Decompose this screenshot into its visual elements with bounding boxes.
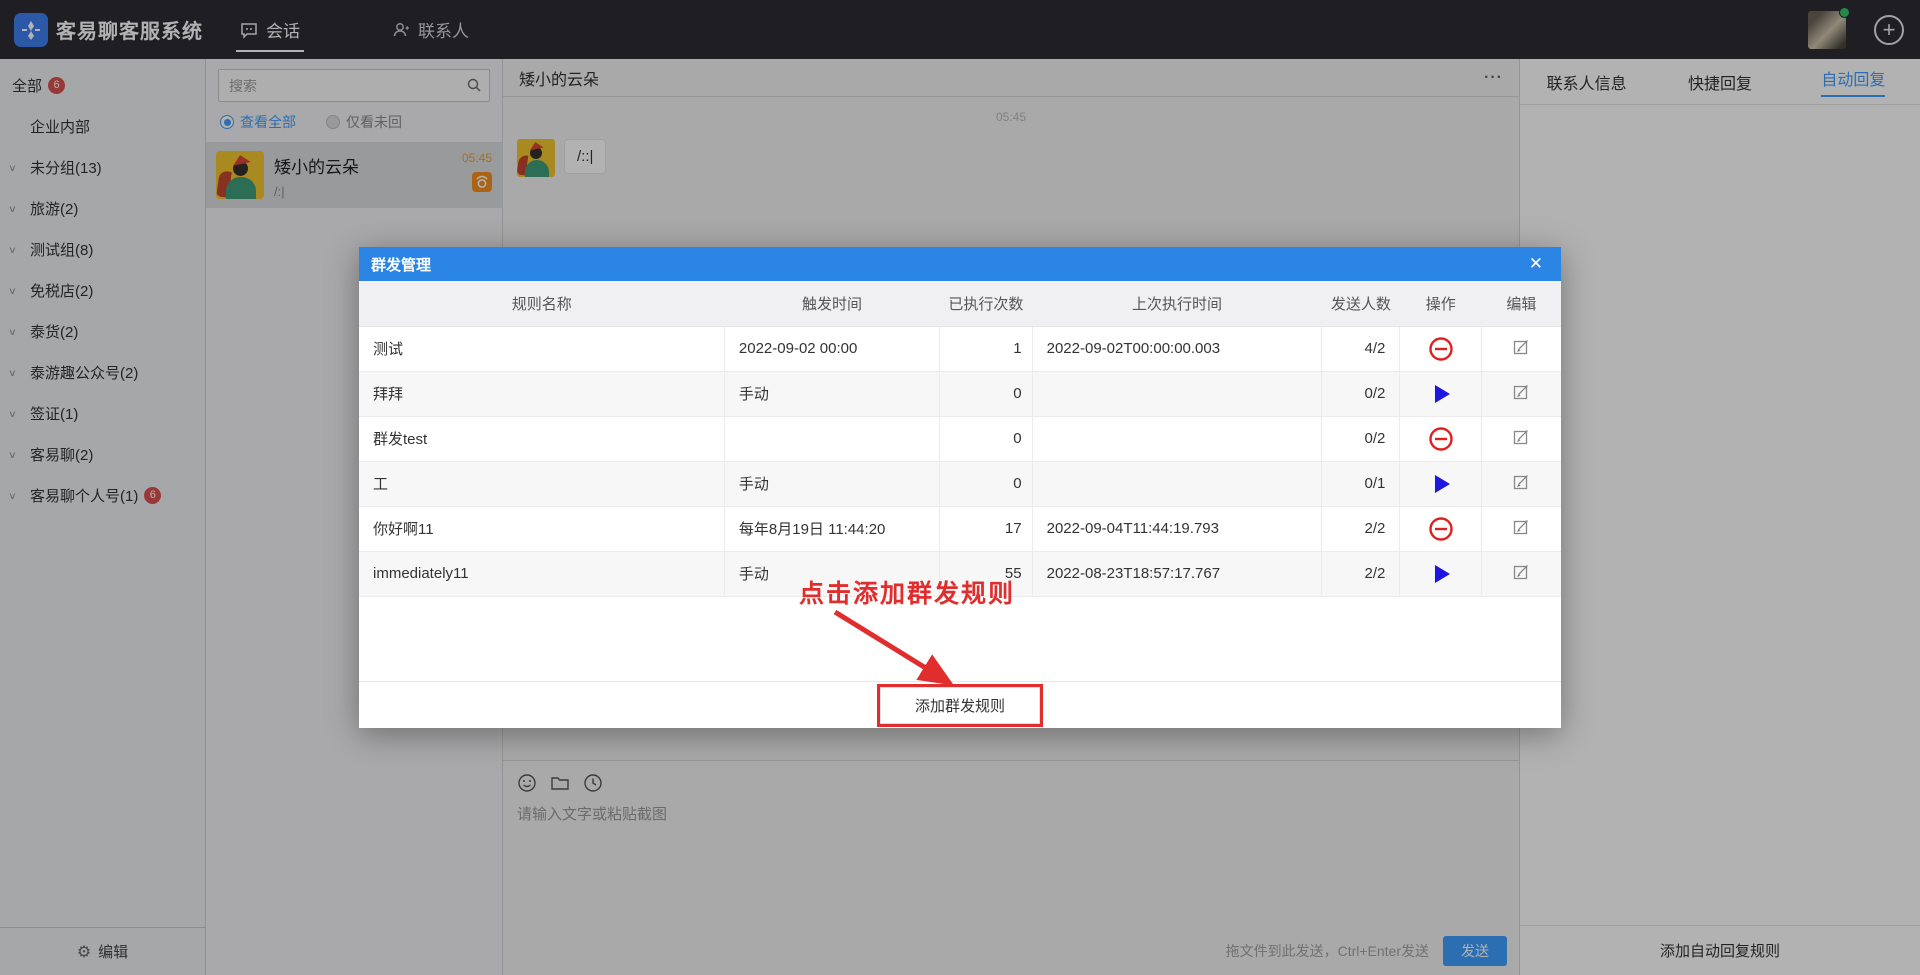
table-row: immediately11 手动 55 2022-08-23T18:57:17.… bbox=[359, 551, 1561, 596]
rule-last-exec: 2022-09-04T11:44:19.793 bbox=[1032, 506, 1322, 551]
rule-toggle-button[interactable] bbox=[1428, 519, 1454, 536]
rule-sent-count: 0/2 bbox=[1322, 371, 1400, 416]
col-action: 操作 bbox=[1400, 281, 1482, 326]
rule-trigger: 手动 bbox=[724, 371, 939, 416]
app-window: 客易聊客服系统 会话 联系人 + 全部 6 企业内部 ∨未分组(13) ∨旅游( bbox=[0, 0, 1920, 975]
play-icon bbox=[1429, 472, 1453, 496]
col-trigger-time: 触发时间 bbox=[724, 281, 939, 326]
add-mass-send-rule-button[interactable]: 添加群发规则 bbox=[880, 687, 1040, 724]
rule-last-exec bbox=[1032, 416, 1322, 461]
rule-name: 测试 bbox=[359, 326, 724, 371]
rule-exec-count: 0 bbox=[940, 461, 1033, 506]
rule-sent-count: 2/2 bbox=[1322, 551, 1400, 596]
rule-trigger: 每年8月19日 11:44:20 bbox=[724, 506, 939, 551]
table-row: 群发test 0 0/2 bbox=[359, 416, 1561, 461]
rule-last-exec bbox=[1032, 371, 1322, 416]
rule-trigger: 2022-09-02 00:00 bbox=[724, 326, 939, 371]
mass-send-management-dialog: 群发管理 ✕ 规则名称 触发时间 已执行次数 上次执行时间 发送人数 操作 编辑 bbox=[359, 247, 1561, 728]
edit-icon[interactable] bbox=[1513, 387, 1530, 404]
table-row: 工 手动 0 0/1 bbox=[359, 461, 1561, 506]
rule-toggle-button[interactable] bbox=[1428, 339, 1454, 356]
table-row: 拜拜 手动 0 0/2 bbox=[359, 371, 1561, 416]
rule-exec-count: 17 bbox=[940, 506, 1033, 551]
dialog-title: 群发管理 bbox=[371, 254, 431, 275]
rule-sent-count: 4/2 bbox=[1322, 326, 1400, 371]
table-row: 测试 2022-09-02 00:00 1 2022-09-02T00:00:0… bbox=[359, 326, 1561, 371]
rule-exec-count: 0 bbox=[940, 416, 1033, 461]
stop-icon bbox=[1428, 516, 1454, 542]
stop-icon bbox=[1428, 336, 1454, 362]
rule-trigger: 手动 bbox=[724, 551, 939, 596]
rule-name: 工 bbox=[359, 461, 724, 506]
rule-toggle-button[interactable] bbox=[1429, 384, 1453, 401]
col-edit: 编辑 bbox=[1482, 281, 1561, 326]
rule-name: 你好啊11 bbox=[359, 506, 724, 551]
table-row: 你好啊11 每年8月19日 11:44:20 17 2022-09-04T11:… bbox=[359, 506, 1561, 551]
edit-icon[interactable] bbox=[1513, 432, 1530, 449]
edit-icon[interactable] bbox=[1513, 342, 1530, 359]
table-header-row: 规则名称 触发时间 已执行次数 上次执行时间 发送人数 操作 编辑 bbox=[359, 281, 1561, 326]
edit-icon[interactable] bbox=[1513, 567, 1530, 584]
edit-icon[interactable] bbox=[1513, 477, 1530, 494]
col-last-exec: 上次执行时间 bbox=[1032, 281, 1322, 326]
rule-toggle-button[interactable] bbox=[1429, 564, 1453, 581]
rule-name: 拜拜 bbox=[359, 371, 724, 416]
rules-table: 规则名称 触发时间 已执行次数 上次执行时间 发送人数 操作 编辑 测试 202… bbox=[359, 281, 1561, 597]
rule-trigger bbox=[724, 416, 939, 461]
rule-last-exec: 2022-09-02T00:00:00.003 bbox=[1032, 326, 1322, 371]
rule-trigger: 手动 bbox=[724, 461, 939, 506]
rule-last-exec: 2022-08-23T18:57:17.767 bbox=[1032, 551, 1322, 596]
rule-toggle-button[interactable] bbox=[1428, 429, 1454, 446]
close-icon[interactable]: ✕ bbox=[1523, 254, 1549, 274]
rule-name: immediately11 bbox=[359, 551, 724, 596]
stop-icon bbox=[1428, 426, 1454, 452]
col-sent-count: 发送人数 bbox=[1322, 281, 1400, 326]
edit-icon[interactable] bbox=[1513, 522, 1530, 539]
rule-sent-count: 0/1 bbox=[1322, 461, 1400, 506]
play-icon bbox=[1429, 382, 1453, 406]
rule-sent-count: 0/2 bbox=[1322, 416, 1400, 461]
rule-exec-count: 1 bbox=[940, 326, 1033, 371]
annotation-arrow bbox=[827, 607, 967, 692]
rule-name: 群发test bbox=[359, 416, 724, 461]
play-icon bbox=[1429, 562, 1453, 586]
rule-sent-count: 2/2 bbox=[1322, 506, 1400, 551]
rule-toggle-button[interactable] bbox=[1429, 474, 1453, 491]
rule-exec-count: 55 bbox=[940, 551, 1033, 596]
col-exec-count: 已执行次数 bbox=[940, 281, 1033, 326]
col-rule-name: 规则名称 bbox=[359, 281, 724, 326]
rule-last-exec bbox=[1032, 461, 1322, 506]
rule-exec-count: 0 bbox=[940, 371, 1033, 416]
